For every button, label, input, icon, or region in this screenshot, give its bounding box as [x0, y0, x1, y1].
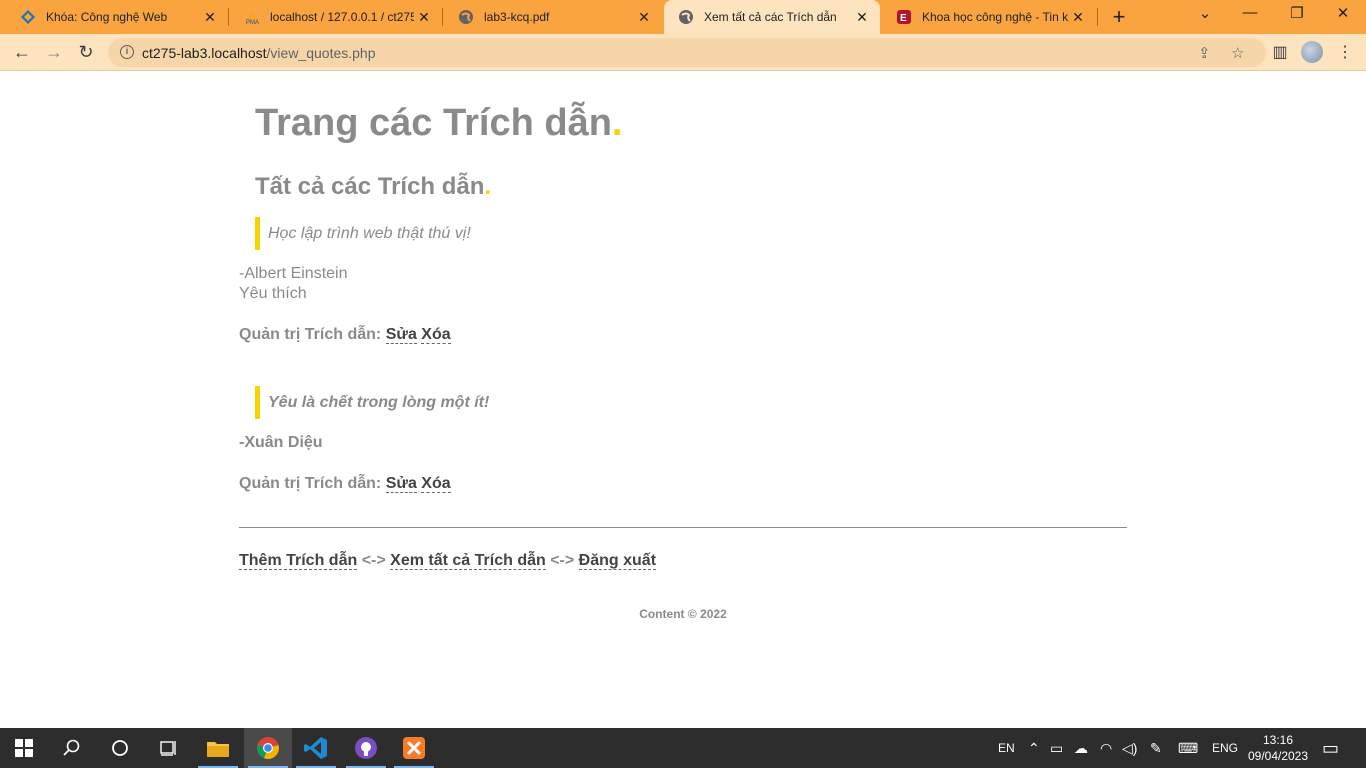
input-language-short[interactable]: EN: [998, 728, 1015, 768]
close-icon[interactable]: ✕: [852, 9, 872, 26]
profile-avatar[interactable]: [1301, 41, 1323, 63]
globe-icon: [678, 9, 694, 25]
volume-icon[interactable]: ◁): [1122, 728, 1137, 768]
windows-taskbar: EN ⌃ ▭ ☁ ◠ ◁) ✎ ⌨ ENG 13:16 09/04/2023 ▭: [0, 728, 1366, 768]
close-icon[interactable]: ✕: [634, 9, 654, 26]
close-icon[interactable]: ✕: [1068, 9, 1088, 26]
tab-moodle[interactable]: Khóa: Công nghệ Web ✕: [6, 0, 228, 34]
wifi-icon[interactable]: ◠: [1100, 728, 1112, 768]
tab-news[interactable]: E Khoa học công nghệ - Tin kỹ ✕: [882, 0, 1096, 34]
forward-arrow-icon[interactable]: →: [42, 41, 66, 63]
tab-title: Khóa: Công nghệ Web: [46, 10, 168, 24]
close-icon[interactable]: ✕: [200, 9, 220, 26]
share-icon[interactable]: ⇪: [1198, 44, 1211, 62]
delete-link[interactable]: Xóa: [421, 326, 451, 344]
browser-toolbar: ← → ↻ i ct275-lab3.localhost/view_quotes…: [0, 34, 1366, 71]
clock-time: 13:16: [1262, 733, 1294, 747]
nav-separator: <->: [545, 552, 579, 569]
quote-text: Yêu là chết trong lòng một ít!: [255, 386, 489, 419]
keyboard-icon[interactable]: ⌨: [1178, 728, 1198, 768]
tab-phpmyadmin[interactable]: PMA localhost / 127.0.0.1 / ct275_l ✕: [230, 0, 442, 34]
url-text[interactable]: ct275-lab3.localhost/view_quotes.php: [142, 45, 376, 61]
back-arrow-icon[interactable]: ←: [10, 41, 34, 63]
pen-icon[interactable]: ✎: [1150, 728, 1162, 768]
cortana-icon[interactable]: [96, 728, 144, 768]
minimize-icon[interactable]: —: [1238, 4, 1262, 21]
bookmark-star-icon[interactable]: ☆: [1231, 44, 1244, 62]
github-icon[interactable]: [342, 728, 390, 768]
tab-title: localhost / 127.0.0.1 / ct275_l: [270, 10, 414, 24]
divider: [239, 527, 1127, 528]
tab-search-icon[interactable]: ⌄: [1193, 4, 1217, 22]
edit-link[interactable]: Sửa: [385, 326, 417, 344]
tab-title: lab3-kcq.pdf: [484, 10, 550, 24]
close-window-icon[interactable]: ✕: [1331, 4, 1355, 22]
add-quote-link[interactable]: Thêm Trích dẫn: [239, 552, 358, 570]
new-tab-button[interactable]: +: [1108, 6, 1130, 28]
copyright-text: Content © 2022: [639, 607, 727, 621]
vscode-icon[interactable]: [292, 728, 340, 768]
edit-link[interactable]: Sửa: [385, 475, 417, 493]
address-bar[interactable]: i ct275-lab3.localhost/view_quotes.php ⇪…: [108, 38, 1266, 67]
reload-icon[interactable]: ↻: [74, 41, 98, 63]
start-icon[interactable]: [0, 728, 48, 768]
clock-date: 09/04/2023: [1247, 749, 1309, 763]
xampp-icon[interactable]: [390, 728, 438, 768]
search-icon[interactable]: [48, 728, 96, 768]
svg-text:E: E: [900, 13, 907, 24]
chevron-up-icon[interactable]: ⌃: [1028, 728, 1040, 768]
svg-text:PMA: PMA: [246, 20, 259, 25]
close-icon[interactable]: ✕: [414, 9, 434, 26]
system-clock[interactable]: 13:16 09/04/2023: [1240, 732, 1316, 764]
quote-admin: Quản trị Trích dẫn: Sửa Xóa: [239, 326, 451, 344]
admin-label: Quản trị Trích dẫn:: [239, 326, 382, 343]
quote-source: -Albert Einstein: [239, 265, 348, 282]
task-view-icon[interactable]: [144, 728, 192, 768]
news-icon: E: [896, 9, 912, 25]
globe-icon: [458, 9, 474, 25]
notification-icon[interactable]: ▭: [1322, 728, 1339, 768]
view-all-quotes-link[interactable]: Xem tất cả Trích dẫn: [390, 552, 546, 570]
page-title: Trang các Trích dẫn.: [255, 102, 623, 144]
nav-separator: <->: [357, 552, 391, 569]
input-language[interactable]: ENG: [1212, 728, 1238, 768]
phpmyadmin-icon: PMA: [244, 9, 260, 26]
tab-pdf[interactable]: lab3-kcq.pdf ✕: [444, 0, 662, 34]
tab-title: Khoa học công nghệ - Tin kỹ: [922, 10, 1068, 24]
tab-strip: Khóa: Công nghệ Web ✕ PMA localhost / 12…: [0, 0, 1366, 34]
quote-text: Học lập trình web thật thú vị!: [255, 217, 471, 250]
footer-nav: Thêm Trích dẫn <-> Xem tất cả Trích dẫn …: [239, 552, 657, 570]
restore-icon[interactable]: ❐: [1285, 4, 1309, 22]
tab-title: Xem tất cả các Trích dẫn: [704, 10, 837, 24]
onedrive-cloud-icon[interactable]: ☁: [1074, 728, 1088, 768]
delete-link[interactable]: Xóa: [421, 475, 451, 493]
section-title: Tất cả các Trích dẫn.: [255, 173, 492, 200]
moodle-icon: [20, 9, 36, 25]
page-content: Trang các Trích dẫn. Tất cả các Trích dẫ…: [0, 72, 1366, 728]
battery-icon[interactable]: ▭: [1050, 728, 1063, 768]
favorite-label: Yêu thích: [239, 285, 307, 302]
tab-view-quotes[interactable]: Xem tất cả các Trích dẫn ✕: [664, 0, 880, 34]
chrome-icon[interactable]: [244, 728, 292, 768]
admin-label: Quản trị Trích dẫn:: [239, 475, 382, 492]
site-info-icon[interactable]: i: [120, 45, 134, 59]
file-explorer-icon[interactable]: [194, 728, 242, 768]
logout-link[interactable]: Đăng xuất: [578, 552, 657, 570]
quote-admin: Quản trị Trích dẫn: Sửa Xóa: [239, 475, 451, 493]
quote-source: -Xuân Diệu: [239, 434, 323, 451]
side-panel-icon[interactable]: ▥: [1270, 42, 1290, 62]
menu-kebab-icon[interactable]: ⋮: [1335, 42, 1355, 62]
